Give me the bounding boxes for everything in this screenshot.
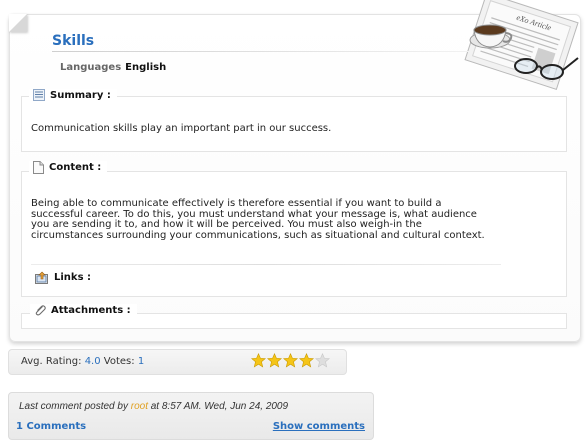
content-line-4: circumstances surrounding your communica… — [31, 229, 485, 241]
summary-legend: Summary : — [29, 89, 117, 101]
newspaper-coffee-illustration: eXo Article — [464, 0, 579, 90]
star-icon[interactable] — [267, 353, 282, 368]
summary-label: Summary : — [50, 89, 111, 101]
rating-summary: Avg. Rating: 4.0 Votes: 1 — [21, 356, 144, 367]
links-legend: Links : — [31, 271, 98, 284]
content-label: Content : — [49, 162, 102, 173]
page-fold-corner — [9, 14, 27, 32]
paperclip-icon — [35, 305, 46, 316]
links-icon — [35, 271, 48, 284]
summary-text: Communication skills play an important p… — [31, 123, 332, 134]
last-comment-prefix: Last comment posted by — [19, 401, 128, 412]
last-comment-suffix: at 8:57 AM. Wed, Jun 24, 2009 — [150, 401, 289, 412]
content-line-1: Being able to communicate effectively is… — [31, 198, 442, 209]
comment-box: Last comment posted by root at 8:57 AM. … — [8, 392, 374, 440]
links-label: Links : — [54, 272, 92, 283]
comment-user-link[interactable]: root — [131, 401, 148, 412]
languages-label: Languages — [60, 62, 122, 73]
star-rating[interactable] — [251, 353, 331, 368]
rating-bar: Avg. Rating: 4.0 Votes: 1 — [8, 349, 347, 375]
content-legend: Content : — [29, 161, 108, 174]
languages-value: English — [125, 62, 167, 73]
links-divider — [31, 264, 501, 265]
star-icon[interactable] — [315, 353, 330, 368]
summary-list-icon — [33, 89, 45, 101]
document-icon — [33, 161, 44, 174]
avg-rating-label: Avg. Rating: — [21, 356, 82, 367]
article-title: Skills — [52, 33, 95, 49]
star-icon[interactable] — [283, 353, 298, 368]
last-comment-line: Last comment posted by root at 8:57 AM. … — [19, 401, 288, 412]
votes-label: Votes: — [103, 356, 135, 367]
votes-value: 1 — [137, 356, 145, 367]
avg-rating-value: 4.0 — [84, 356, 101, 367]
attachments-label: Attachments : — [51, 304, 131, 316]
languages-row: Languages English — [60, 62, 166, 73]
show-comments-link[interactable]: Show comments — [273, 421, 365, 432]
title-divider — [52, 51, 472, 52]
star-icon[interactable] — [251, 353, 266, 368]
comment-count: 1 Comments — [16, 421, 87, 432]
star-icon[interactable] — [299, 353, 314, 368]
attachments-legend: Attachments : — [30, 304, 137, 316]
content-line-3: you are sending it to, and how it will b… — [31, 219, 422, 230]
